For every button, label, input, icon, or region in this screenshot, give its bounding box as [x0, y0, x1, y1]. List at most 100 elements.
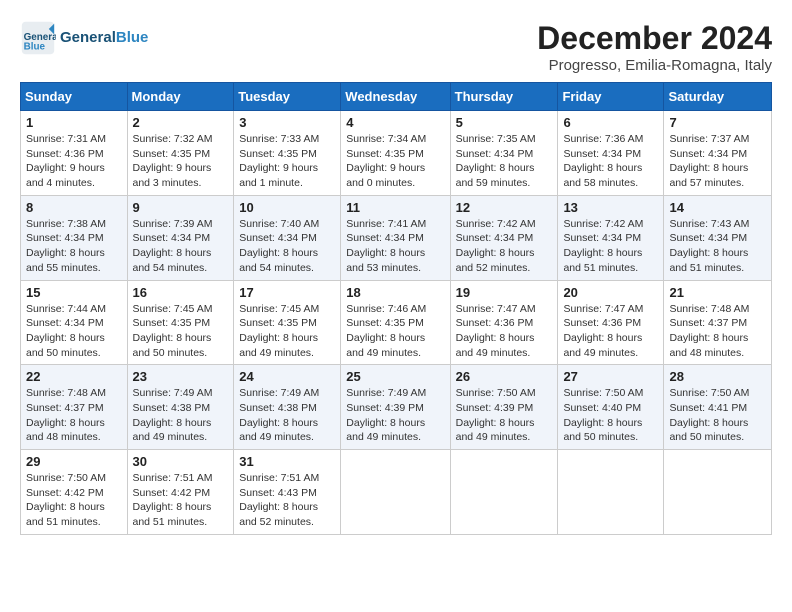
day-info: Sunrise: 7:46 AM Sunset: 4:35 PM Dayligh… [346, 302, 444, 361]
day-info: Sunrise: 7:48 AM Sunset: 4:37 PM Dayligh… [669, 302, 766, 361]
calendar-day-cell [558, 450, 664, 535]
calendar-day-cell: 9 Sunrise: 7:39 AM Sunset: 4:34 PM Daylig… [127, 195, 234, 280]
day-number: 16 [133, 285, 229, 300]
page-header: General Blue GeneralBlue December 2024 P… [20, 20, 772, 74]
day-info: Sunrise: 7:36 AM Sunset: 4:34 PM Dayligh… [563, 132, 658, 191]
logo-icon: General Blue [20, 20, 56, 56]
day-number: 25 [346, 369, 444, 384]
day-info: Sunrise: 7:50 AM Sunset: 4:39 PM Dayligh… [456, 386, 553, 445]
day-info: Sunrise: 7:40 AM Sunset: 4:34 PM Dayligh… [239, 217, 335, 276]
day-info: Sunrise: 7:45 AM Sunset: 4:35 PM Dayligh… [239, 302, 335, 361]
day-info: Sunrise: 7:50 AM Sunset: 4:42 PM Dayligh… [26, 471, 122, 530]
day-number: 4 [346, 115, 444, 130]
day-info: Sunrise: 7:51 AM Sunset: 4:42 PM Dayligh… [133, 471, 229, 530]
day-number: 29 [26, 454, 122, 469]
day-info: Sunrise: 7:48 AM Sunset: 4:37 PM Dayligh… [26, 386, 122, 445]
weekday-header: Wednesday [341, 83, 450, 111]
day-info: Sunrise: 7:45 AM Sunset: 4:35 PM Dayligh… [133, 302, 229, 361]
calendar-week-row: 8 Sunrise: 7:38 AM Sunset: 4:34 PM Daylig… [21, 195, 772, 280]
calendar-day-cell: 4 Sunrise: 7:34 AM Sunset: 4:35 PM Daylig… [341, 111, 450, 196]
day-number: 30 [133, 454, 229, 469]
calendar-day-cell: 26Sunrise: 7:50 AM Sunset: 4:39 PM Dayli… [450, 365, 558, 450]
day-number: 18 [346, 285, 444, 300]
calendar-day-cell: 27Sunrise: 7:50 AM Sunset: 4:40 PM Dayli… [558, 365, 664, 450]
day-info: Sunrise: 7:42 AM Sunset: 4:34 PM Dayligh… [456, 217, 553, 276]
day-number: 7 [669, 115, 766, 130]
logo-blue: Blue [116, 29, 149, 46]
day-number: 9 [133, 200, 229, 215]
day-info: Sunrise: 7:51 AM Sunset: 4:43 PM Dayligh… [239, 471, 335, 530]
calendar-day-cell: 15Sunrise: 7:44 AM Sunset: 4:34 PM Dayli… [21, 280, 128, 365]
weekday-header: Tuesday [234, 83, 341, 111]
calendar-day-cell: 20Sunrise: 7:47 AM Sunset: 4:36 PM Dayli… [558, 280, 664, 365]
day-number: 8 [26, 200, 122, 215]
calendar-table: SundayMondayTuesdayWednesdayThursdayFrid… [20, 82, 772, 535]
calendar-day-cell: 7 Sunrise: 7:37 AM Sunset: 4:34 PM Daylig… [664, 111, 772, 196]
day-info: Sunrise: 7:49 AM Sunset: 4:39 PM Dayligh… [346, 386, 444, 445]
calendar-day-cell [450, 450, 558, 535]
calendar-day-cell: 1Sunrise: 7:31 AM Sunset: 4:36 PM Daylig… [21, 111, 128, 196]
calendar-day-cell: 28Sunrise: 7:50 AM Sunset: 4:41 PM Dayli… [664, 365, 772, 450]
calendar-day-cell: 16 Sunrise: 7:45 AM Sunset: 4:35 PM Dayli… [127, 280, 234, 365]
day-info: Sunrise: 7:32 AM Sunset: 4:35 PM Dayligh… [133, 132, 229, 191]
day-number: 13 [563, 200, 658, 215]
day-number: 14 [669, 200, 766, 215]
calendar-day-cell: 5 Sunrise: 7:35 AM Sunset: 4:34 PM Daylig… [450, 111, 558, 196]
calendar-week-row: 15Sunrise: 7:44 AM Sunset: 4:34 PM Dayli… [21, 280, 772, 365]
calendar-day-cell: 6 Sunrise: 7:36 AM Sunset: 4:34 PM Daylig… [558, 111, 664, 196]
day-number: 5 [456, 115, 553, 130]
day-info: Sunrise: 7:47 AM Sunset: 4:36 PM Dayligh… [456, 302, 553, 361]
calendar-header-row: SundayMondayTuesdayWednesdayThursdayFrid… [21, 83, 772, 111]
calendar-day-cell: 29 Sunrise: 7:50 AM Sunset: 4:42 PM Dayli… [21, 450, 128, 535]
day-number: 10 [239, 200, 335, 215]
day-info: Sunrise: 7:34 AM Sunset: 4:35 PM Dayligh… [346, 132, 444, 191]
day-info: Sunrise: 7:37 AM Sunset: 4:34 PM Dayligh… [669, 132, 766, 191]
calendar-day-cell: 2Sunrise: 7:32 AM Sunset: 4:35 PM Daylig… [127, 111, 234, 196]
day-number: 6 [563, 115, 658, 130]
calendar-day-cell: 30 Sunrise: 7:51 AM Sunset: 4:42 PM Dayli… [127, 450, 234, 535]
day-info: Sunrise: 7:41 AM Sunset: 4:34 PM Dayligh… [346, 217, 444, 276]
day-info: Sunrise: 7:38 AM Sunset: 4:34 PM Dayligh… [26, 217, 122, 276]
calendar-week-row: 22 Sunrise: 7:48 AM Sunset: 4:37 PM Dayli… [21, 365, 772, 450]
calendar-week-row: 1Sunrise: 7:31 AM Sunset: 4:36 PM Daylig… [21, 111, 772, 196]
calendar-day-cell: 3Sunrise: 7:33 AM Sunset: 4:35 PM Daylig… [234, 111, 341, 196]
day-info: Sunrise: 7:44 AM Sunset: 4:34 PM Dayligh… [26, 302, 122, 361]
day-info: Sunrise: 7:35 AM Sunset: 4:34 PM Dayligh… [456, 132, 553, 191]
day-number: 17 [239, 285, 335, 300]
calendar-day-cell [664, 450, 772, 535]
weekday-header: Friday [558, 83, 664, 111]
calendar-day-cell: 24Sunrise: 7:49 AM Sunset: 4:38 PM Dayli… [234, 365, 341, 450]
day-info: Sunrise: 7:33 AM Sunset: 4:35 PM Dayligh… [239, 132, 335, 191]
logo: General Blue GeneralBlue [20, 20, 148, 56]
calendar-day-cell: 13 Sunrise: 7:42 AM Sunset: 4:34 PM Dayli… [558, 195, 664, 280]
day-info: Sunrise: 7:49 AM Sunset: 4:38 PM Dayligh… [239, 386, 335, 445]
day-number: 22 [26, 369, 122, 384]
day-info: Sunrise: 7:31 AM Sunset: 4:36 PM Dayligh… [26, 132, 122, 191]
weekday-header: Saturday [664, 83, 772, 111]
day-info: Sunrise: 7:42 AM Sunset: 4:34 PM Dayligh… [563, 217, 658, 276]
day-number: 31 [239, 454, 335, 469]
calendar-day-cell: 10 Sunrise: 7:40 AM Sunset: 4:34 PM Dayli… [234, 195, 341, 280]
day-number: 20 [563, 285, 658, 300]
calendar-day-cell: 25 Sunrise: 7:49 AM Sunset: 4:39 PM Dayli… [341, 365, 450, 450]
calendar-day-cell: 31 Sunrise: 7:51 AM Sunset: 4:43 PM Dayli… [234, 450, 341, 535]
day-number: 19 [456, 285, 553, 300]
calendar-week-row: 29 Sunrise: 7:50 AM Sunset: 4:42 PM Dayli… [21, 450, 772, 535]
calendar-day-cell: 17 Sunrise: 7:45 AM Sunset: 4:35 PM Dayli… [234, 280, 341, 365]
day-info: Sunrise: 7:49 AM Sunset: 4:38 PM Dayligh… [133, 386, 229, 445]
day-number: 11 [346, 200, 444, 215]
title-block: December 2024 Progresso, Emilia-Romagna,… [537, 20, 772, 74]
day-number: 23 [133, 369, 229, 384]
calendar-day-cell: 12Sunrise: 7:42 AM Sunset: 4:34 PM Dayli… [450, 195, 558, 280]
day-info: Sunrise: 7:39 AM Sunset: 4:34 PM Dayligh… [133, 217, 229, 276]
day-number: 27 [563, 369, 658, 384]
weekday-header: Sunday [21, 83, 128, 111]
day-number: 28 [669, 369, 766, 384]
calendar-day-cell: 21Sunrise: 7:48 AM Sunset: 4:37 PM Dayli… [664, 280, 772, 365]
day-info: Sunrise: 7:43 AM Sunset: 4:34 PM Dayligh… [669, 217, 766, 276]
calendar-day-cell: 19 Sunrise: 7:47 AM Sunset: 4:36 PM Dayli… [450, 280, 558, 365]
calendar-day-cell: 11 Sunrise: 7:41 AM Sunset: 4:34 PM Dayli… [341, 195, 450, 280]
calendar-day-cell: 22 Sunrise: 7:48 AM Sunset: 4:37 PM Dayli… [21, 365, 128, 450]
location-subtitle: Progresso, Emilia-Romagna, Italy [537, 57, 772, 74]
calendar-day-cell: 18 Sunrise: 7:46 AM Sunset: 4:35 PM Dayli… [341, 280, 450, 365]
